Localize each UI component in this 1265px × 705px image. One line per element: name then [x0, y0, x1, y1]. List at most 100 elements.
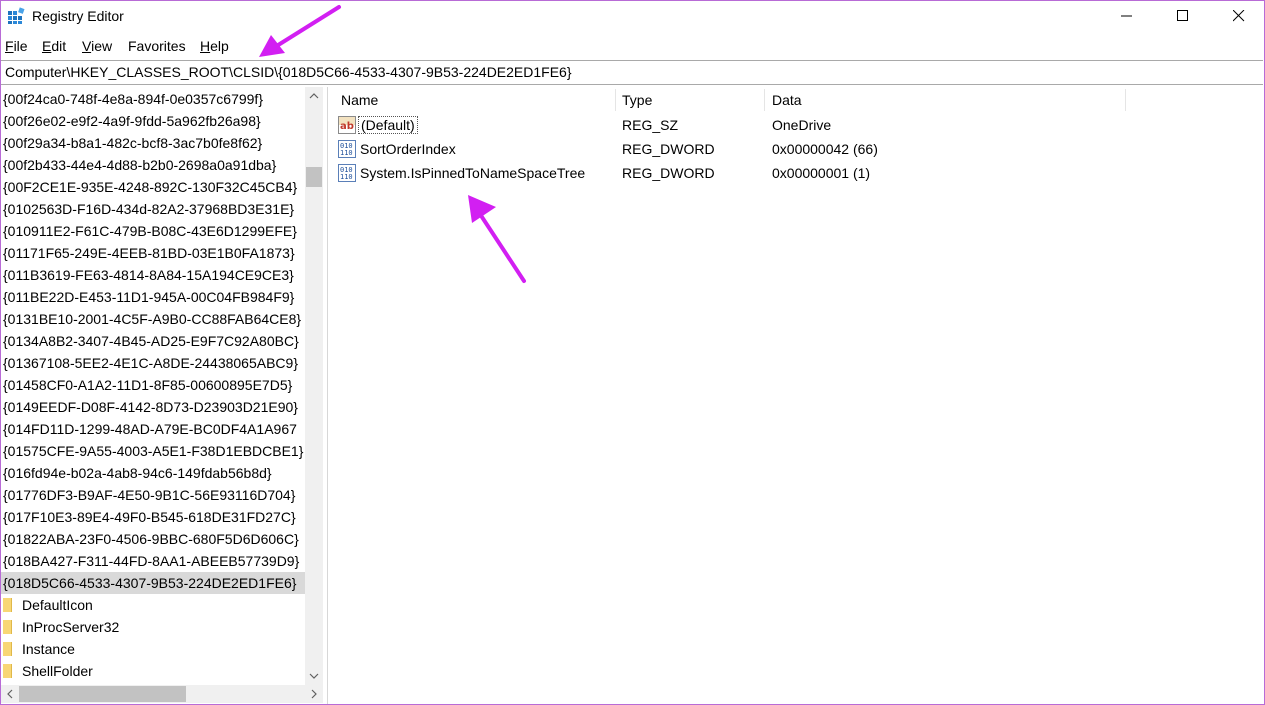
- tree-key-selected[interactable]: {018D5C66-4533-4307-9B53-224DE2ED1FE6}: [1, 572, 305, 594]
- values-list-pane[interactable]: Name Type Data ab (Default) REG_SZ OneDr…: [332, 87, 1264, 704]
- close-button[interactable]: [1216, 1, 1262, 32]
- tree-key[interactable]: {00F2CE1E-935E-4248-892C-130F32C45CB4}: [1, 176, 305, 198]
- scroll-down-button[interactable]: [305, 667, 323, 685]
- tree-key[interactable]: {01171F65-249E-4EEB-81BD-03E1B0FA1873}: [1, 242, 305, 264]
- tree-key[interactable]: {011BE22D-E453-11D1-945A-00C04FB984F9}: [1, 286, 305, 308]
- tree-key[interactable]: {0102563D-F16D-434d-82A2-37968BD3E31E}: [1, 198, 305, 220]
- tree-subkey[interactable]: DefaultIcon: [1, 594, 305, 616]
- tree-key[interactable]: {016fd94e-b02a-4ab8-94c6-149fdab56b8d}: [1, 462, 305, 484]
- address-bar[interactable]: Computer\HKEY_CLASSES_ROOT\CLSID\{018D5C…: [1, 60, 1263, 85]
- tree-horizontal-scroll-thumb[interactable]: [19, 686, 186, 702]
- tree-subkey-label: Instance: [22, 641, 75, 657]
- tree-key[interactable]: {01776DF3-B9AF-4E50-9B1C-56E93116D704}: [1, 484, 305, 506]
- tree-key[interactable]: {011B3619-FE63-4814-8A84-15A194CE9CE3}: [1, 264, 305, 286]
- menu-favorites[interactable]: Favorites: [128, 38, 186, 54]
- value-row[interactable]: ab (Default) REG_SZ OneDrive: [332, 114, 1264, 138]
- tree-key-label: {01458CF0-A1A2-11D1-8F85-00600895E7D5}: [3, 377, 293, 393]
- tree-key-label: {00f2b433-44e4-4d88-b2b0-2698a0a91dba}: [3, 157, 277, 173]
- tree-key-label: {00f29a34-b8a1-482c-bcf8-3ac7b0fe8f62}: [3, 135, 263, 151]
- tree-vertical-scroll-thumb[interactable]: [306, 167, 322, 187]
- menu-help[interactable]: Help: [200, 38, 229, 54]
- maximize-button[interactable]: [1160, 1, 1206, 32]
- tree-key[interactable]: {0134A8B2-3407-4B45-AD25-E9F7C92A80BC}: [1, 330, 305, 352]
- tree-key[interactable]: {0131BE10-2001-4C5F-A9B0-CC88FAB64CE8}: [1, 308, 305, 330]
- tree-key[interactable]: {00f24ca0-748f-4e8a-894f-0e0357c6799f}: [1, 88, 305, 110]
- binary-value-icon: 010 110: [338, 164, 356, 182]
- tree-key-label: {018D5C66-4533-4307-9B53-224DE2ED1FE6}: [3, 575, 297, 591]
- tree-horizontal-scrollbar[interactable]: [1, 685, 323, 703]
- value-name: System.IsPinnedToNameSpaceTree: [360, 165, 586, 181]
- value-data: 0x00000042 (66): [772, 141, 878, 157]
- folder-icon: [3, 664, 12, 678]
- chevron-left-icon: [7, 689, 13, 699]
- tree-key[interactable]: {0149EEDF-D08F-4142-8D73-D23903D21E90}: [1, 396, 305, 418]
- tree-key[interactable]: {01575CFE-9A55-4003-A5E1-F38D1EBDCBE1}: [1, 440, 305, 462]
- column-header-name[interactable]: Name: [341, 92, 378, 108]
- value-type: REG_DWORD: [622, 141, 715, 157]
- value-data: OneDrive: [772, 117, 832, 133]
- list-header: Name Type Data: [332, 87, 1264, 113]
- close-icon: [1233, 10, 1245, 22]
- tree-key[interactable]: {010911E2-F61C-479B-B08C-43E6D1299EFE}: [1, 220, 305, 242]
- chevron-right-icon: [311, 689, 317, 699]
- column-divider[interactable]: [764, 89, 765, 111]
- value-row[interactable]: 010 110 System.IsPinnedToNameSpaceTree R…: [332, 162, 1264, 186]
- scroll-right-button[interactable]: [305, 685, 323, 703]
- menu-file[interactable]: File: [5, 38, 28, 54]
- svg-text:110: 110: [340, 173, 353, 181]
- chevron-up-icon: [309, 93, 319, 99]
- tree-key-label: {011B3619-FE63-4814-8A84-15A194CE9CE3}: [3, 267, 294, 283]
- tree-subkey-label: ShellFolder: [22, 663, 93, 679]
- tree-subkey[interactable]: InProcServer32: [1, 616, 305, 638]
- folder-icon: [3, 598, 12, 612]
- tree-key-label: {011BE22D-E453-11D1-945A-00C04FB984F9}: [3, 289, 295, 305]
- value-type: REG_DWORD: [622, 165, 715, 181]
- key-tree-pane[interactable]: {00f24ca0-748f-4e8a-894f-0e0357c6799f} {0…: [1, 87, 328, 704]
- menu-view[interactable]: View: [82, 38, 112, 54]
- svg-text:110: 110: [340, 149, 353, 157]
- svg-text:ab: ab: [340, 121, 354, 132]
- tree-key[interactable]: {01822ABA-23F0-4506-9BBC-680F5D6D606C}: [1, 528, 305, 550]
- scroll-left-button[interactable]: [1, 685, 19, 703]
- value-data: 0x00000001 (1): [772, 165, 871, 181]
- title-bar[interactable]: Registry Editor: [1, 1, 1264, 32]
- string-value-icon: ab: [338, 116, 356, 134]
- tree-subkey[interactable]: Instance: [1, 638, 305, 660]
- tree-key-label: {0149EEDF-D08F-4142-8D73-D23903D21E90}: [3, 399, 298, 415]
- tree-vertical-scrollbar[interactable]: [305, 87, 323, 685]
- menu-bar: File Edit View Favorites Help: [1, 35, 1264, 57]
- tree-key-label: {01171F65-249E-4EEB-81BD-03E1B0FA1873}: [3, 245, 295, 261]
- column-divider[interactable]: [1125, 89, 1126, 111]
- tree-key[interactable]: {01458CF0-A1A2-11D1-8F85-00600895E7D5}: [1, 374, 305, 396]
- tree-key-label: {0102563D-F16D-434d-82A2-37968BD3E31E}: [3, 201, 295, 217]
- registry-editor-window: Registry Editor File Edit View Favorites…: [0, 0, 1265, 705]
- column-header-type[interactable]: Type: [622, 92, 652, 108]
- tree-subkey[interactable]: ShellFolder: [1, 660, 305, 682]
- column-header-data[interactable]: Data: [772, 92, 802, 108]
- tree-key-label: {018BA427-F311-44FD-8AA1-ABEEB57739D9}: [3, 553, 300, 569]
- menu-edit[interactable]: Edit: [42, 38, 66, 54]
- scroll-up-button[interactable]: [305, 87, 323, 105]
- value-type: REG_SZ: [622, 117, 679, 133]
- tree-key-label: {00f26e02-e9f2-4a9f-9fdd-5a962fb26a98}: [3, 113, 261, 129]
- tree-subkey-label: DefaultIcon: [22, 597, 93, 613]
- tree-key[interactable]: {017F10E3-89E4-49F0-B545-618DE31FD27C}: [1, 506, 305, 528]
- tree-key[interactable]: {018BA427-F311-44FD-8AA1-ABEEB57739D9}: [1, 550, 305, 572]
- tree-key-label: {00f24ca0-748f-4e8a-894f-0e0357c6799f}: [3, 91, 263, 107]
- value-row[interactable]: 010 110 SortOrderIndex REG_DWORD 0x00000…: [332, 138, 1264, 162]
- tree-key-label: {017F10E3-89E4-49F0-B545-618DE31FD27C}: [3, 509, 296, 525]
- tree-key[interactable]: {00f26e02-e9f2-4a9f-9fdd-5a962fb26a98}: [1, 110, 305, 132]
- tree-subkey-label: InProcServer32: [22, 619, 120, 635]
- value-name: (Default): [358, 116, 418, 134]
- minimize-icon: [1121, 15, 1132, 17]
- tree-key[interactable]: {014FD11D-1299-48AD-A79E-BC0DF4A1A967: [1, 418, 305, 440]
- address-path[interactable]: Computer\HKEY_CLASSES_ROOT\CLSID\{018D5C…: [5, 64, 572, 80]
- tree-key[interactable]: {01367108-5EE2-4E1C-A8DE-24438065ABC9}: [1, 352, 305, 374]
- column-divider[interactable]: [615, 89, 616, 111]
- tree-key-label: {01822ABA-23F0-4506-9BBC-680F5D6D606C}: [3, 531, 299, 547]
- tree-key-label: {014FD11D-1299-48AD-A79E-BC0DF4A1A967: [3, 421, 297, 437]
- tree-key-label: {0131BE10-2001-4C5F-A9B0-CC88FAB64CE8}: [3, 311, 302, 327]
- tree-key[interactable]: {00f29a34-b8a1-482c-bcf8-3ac7b0fe8f62}: [1, 132, 305, 154]
- tree-key[interactable]: {00f2b433-44e4-4d88-b2b0-2698a0a91dba}: [1, 154, 305, 176]
- minimize-button[interactable]: [1104, 1, 1150, 32]
